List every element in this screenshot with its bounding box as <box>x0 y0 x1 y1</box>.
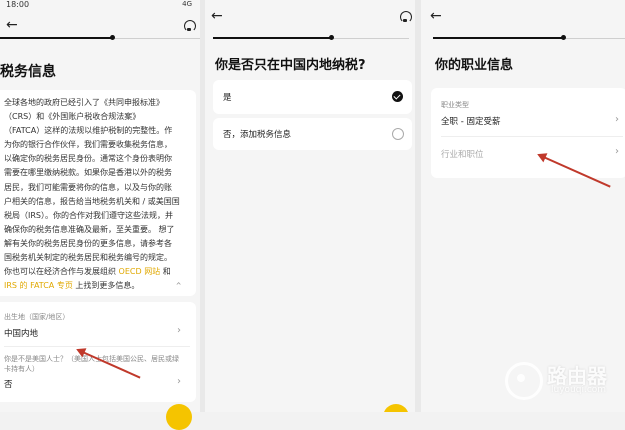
watermark: 路由器 luyouqi.com <box>505 358 615 402</box>
question-title: 你是否只在中国内地纳税? <box>215 58 366 73</box>
intro-text-segment: 你也可以在经济合作与发展组织 <box>4 267 116 277</box>
help-headset-icon[interactable] <box>400 11 412 23</box>
progress-bar <box>433 35 625 40</box>
help-headset-icon[interactable] <box>184 20 196 32</box>
intro-line: 户相关的信息，报告给当地税务机关和 / 或美国国 <box>4 196 180 206</box>
intro-line: （CRS）和《外国账户税收合规法案》 <box>4 112 141 122</box>
question-line: 卡持有人） <box>4 365 39 373</box>
occupation-card: 职业类型 全职 - 固定受薪 › 行业和职位 › <box>431 88 625 178</box>
back-arrow-icon[interactable]: ← <box>6 18 18 32</box>
continue-button[interactable] <box>383 404 409 412</box>
option-no[interactable]: 否，添加税务信息 <box>213 118 412 150</box>
job-type-chevron-icon[interactable]: › <box>615 114 619 125</box>
personal-details-card: 出生地（国家/地区） 中国内地 › 你是不是美国人士？（美国人士包括美国公民、居… <box>0 302 196 402</box>
job-type-value[interactable]: 全职 - 固定受薪 <box>441 115 500 127</box>
oecd-link[interactable]: OECD 网站 <box>119 267 161 276</box>
job-type-label: 职业类型 <box>441 101 469 109</box>
tax-info-screen: 18:00 4G ← 税务信息 全球各地的政府已经引入了《共同申报标准》 （CR… <box>0 0 200 412</box>
intro-line: 确保你的税务信息准确及最新，至关重要。 想了 <box>4 224 175 234</box>
watermark-domain: luyouqi.com <box>551 385 607 395</box>
status-time: 18:00 <box>6 0 30 9</box>
option-no-label: 否，添加税务信息 <box>223 130 292 140</box>
industry-position-field[interactable]: 行业和职位 <box>441 148 484 160</box>
intro-line: 国税务机关制定的税务居民和税务编号的规定。 <box>4 253 172 263</box>
us-person-chevron-icon[interactable]: › <box>177 376 181 387</box>
birthplace-value[interactable]: 中国内地 <box>4 327 38 339</box>
progress-marker <box>110 35 115 40</box>
intro-line: 你也可以在经济合作与发展组织 OECD 网站 和 <box>4 265 194 279</box>
page-title: 你的职业信息 <box>435 58 514 73</box>
option-yes[interactable]: 是 <box>213 80 412 114</box>
checked-radio-icon[interactable] <box>392 91 403 102</box>
progress-marker <box>329 35 334 40</box>
back-arrow-icon[interactable]: ← <box>430 9 442 23</box>
intro-text-segment: 和 <box>162 267 171 277</box>
birthplace-chevron-icon[interactable]: › <box>177 325 181 336</box>
intro-line: 解有关你的税务居民身份的更多信息，请参考各 <box>4 238 172 248</box>
continue-button[interactable] <box>166 404 192 430</box>
signal-indicator: 4G <box>182 0 192 8</box>
intro-line: 需要在哪里缴纳税款。如果你是香港以外的税务 <box>4 168 172 178</box>
router-logo-icon <box>505 362 543 400</box>
progress-marker <box>561 35 566 40</box>
collapse-chevron-icon[interactable]: › <box>174 282 185 286</box>
intro-line: 为你的银行合作伙伴，我们需要收集税务信息， <box>4 140 172 150</box>
us-person-answer[interactable]: 否 <box>4 378 13 390</box>
intro-text-segment: 上找到更多信息。 <box>75 281 140 291</box>
status-bar: 18:00 4G <box>0 0 200 10</box>
intro-line: IRS 的 FATCA 专页 上找到更多信息。 <box>4 279 194 293</box>
back-arrow-icon[interactable]: ← <box>211 9 223 23</box>
tax-residency-screen: ← 你是否只在中国内地纳税? 是 否，添加税务信息 <box>205 0 415 412</box>
industry-chevron-icon[interactable]: › <box>615 146 619 157</box>
progress-fill <box>433 37 563 39</box>
intro-line: 居民，我们可能需要将你的信息，以及与你的账 <box>4 182 172 192</box>
progress-fill <box>0 37 112 39</box>
divider <box>4 346 190 347</box>
progress-bar <box>213 35 409 40</box>
intro-line: 以确定你的税务居民身份。通常这个身份表明你 <box>4 154 172 164</box>
divider <box>441 136 623 137</box>
page-title: 税务信息 <box>0 64 56 80</box>
progress-fill <box>213 37 331 39</box>
irs-fatca-link[interactable]: IRS 的 FATCA 专页 <box>4 281 73 290</box>
unchecked-radio-icon[interactable] <box>392 128 404 140</box>
occupation-info-screen: ← 你的职业信息 职业类型 全职 - 固定受薪 › 行业和职位 › 路由器 lu… <box>421 0 625 412</box>
intro-text: 全球各地的政府已经引入了《共同申报标准》 （CRS）和《外国账户税收合规法案》 … <box>4 96 194 293</box>
intro-line: 税局（IRS）。你的合作对我们遵守这些法规，并 <box>4 210 173 220</box>
intro-line: （FATCA）这样的法规以维护税制的完整性。作 <box>4 126 173 136</box>
option-yes-label: 是 <box>223 93 232 103</box>
intro-line: 全球各地的政府已经引入了《共同申报标准》 <box>4 98 164 107</box>
intro-card: 全球各地的政府已经引入了《共同申报标准》 （CRS）和《外国账户税收合规法案》 … <box>0 90 196 296</box>
birthplace-label: 出生地（国家/地区） <box>4 313 70 321</box>
progress-bar <box>0 35 200 40</box>
